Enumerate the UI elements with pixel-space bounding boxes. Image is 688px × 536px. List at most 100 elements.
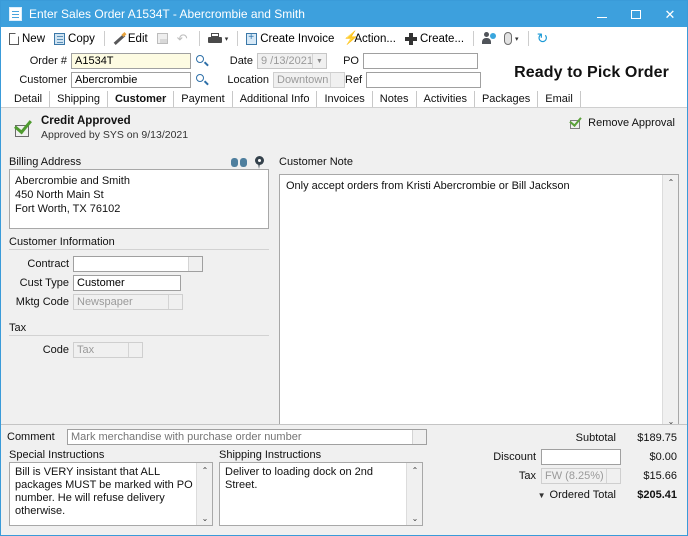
tab-activities[interactable]: Activities — [417, 91, 475, 107]
order-search-icon[interactable] — [194, 53, 210, 69]
customer-note-box[interactable]: Only accept orders from Kristi Abercromb… — [279, 174, 679, 429]
location-dropdown-caret-icon[interactable] — [330, 73, 344, 87]
attachment-button[interactable]: ▾ — [500, 29, 523, 48]
tab-customer[interactable]: Customer — [108, 91, 175, 107]
tax-code-row: Code — [9, 341, 269, 359]
title-bar: Enter Sales Order A1534T - Abercrombie a… — [1, 1, 687, 27]
expand-total-caret-icon[interactable]: ▼ — [538, 491, 546, 500]
tax-rate-dropdown-caret-icon[interactable] — [606, 469, 620, 483]
refresh-button[interactable]: ↻ — [533, 29, 554, 48]
tab-email[interactable]: Email — [538, 91, 581, 107]
window-title: Enter Sales Order A1534T - Abercrombie a… — [29, 7, 305, 21]
tax-code-dropdown-caret-icon[interactable] — [128, 343, 142, 357]
order-header: Order # Date ▼ PO Customer Location Ref … — [1, 50, 687, 90]
billing-address-line-1: Abercrombie and Smith — [15, 175, 130, 187]
maximize-button[interactable] — [619, 1, 653, 27]
ref-input[interactable] — [366, 72, 481, 88]
create-button[interactable]: Create... — [401, 29, 468, 48]
mktg-code-dropdown-caret-icon[interactable] — [168, 295, 182, 309]
special-instructions-box[interactable]: Bill is VERY insistant that ALL packages… — [9, 462, 213, 526]
order-number-input[interactable] — [71, 53, 191, 69]
date-picker[interactable]: ▼ — [257, 53, 327, 69]
create-invoice-label: Create Invoice — [260, 32, 335, 45]
customer-information-group: Customer Information Contract Cust Type … — [9, 236, 269, 312]
tab-detail[interactable]: Detail — [7, 91, 51, 107]
map-pin-icon[interactable] — [255, 156, 264, 169]
special-instructions-group: Special Instructions Bill is VERY insist… — [9, 449, 213, 526]
customer-note-text: Only accept orders from Kristi Abercromb… — [286, 180, 570, 192]
tax-group: Tax Code — [9, 322, 269, 360]
remove-approval-label: Remove Approval — [588, 116, 675, 129]
print-button[interactable]: ▾ — [204, 29, 233, 48]
shipping-instructions-text: Deliver to loading dock on 2nd Street. — [225, 466, 373, 491]
new-button[interactable]: New — [5, 29, 49, 48]
shipping-instructions-scrollbar[interactable]: ⌃ ⌄ — [406, 463, 422, 525]
discount-input[interactable] — [541, 449, 621, 465]
tab-packages[interactable]: Packages — [475, 91, 539, 107]
tab-payment[interactable]: Payment — [174, 91, 233, 107]
discount-value: $0.00 — [649, 451, 677, 463]
comment-input[interactable] — [67, 429, 427, 445]
mktg-code-row: Mktg Code — [9, 293, 269, 311]
toolbar-separator — [237, 31, 239, 46]
customer-note-scrollbar[interactable]: ⌃ ⌄ — [662, 175, 678, 428]
copy-button[interactable]: Copy — [50, 29, 99, 48]
attachment-dropdown-caret-icon[interactable]: ▾ — [515, 35, 519, 43]
undo-icon: ↶ — [176, 30, 188, 46]
tab-shipping[interactable]: Shipping — [50, 91, 108, 107]
contract-picker[interactable] — [73, 256, 203, 272]
paperclip-icon — [504, 32, 513, 45]
binoculars-icon[interactable] — [231, 157, 247, 168]
tab-notes[interactable]: Notes — [373, 91, 417, 107]
special-instructions-scrollbar[interactable]: ⌃ ⌄ — [196, 463, 212, 525]
cust-type-input[interactable] — [73, 275, 181, 291]
scroll-down-icon[interactable]: ⌄ — [197, 511, 213, 525]
print-icon — [207, 32, 222, 45]
mktg-code-input[interactable] — [73, 294, 183, 310]
mktg-code-picker[interactable] — [73, 294, 183, 310]
undo-button[interactable]: ↶ — [173, 29, 194, 48]
scroll-up-icon[interactable]: ⌃ — [197, 463, 213, 477]
po-input[interactable] — [363, 53, 478, 69]
new-button-label: New — [22, 32, 46, 45]
customer-information-title: Customer Information — [9, 236, 115, 248]
tab-additional-info[interactable]: Additional Info — [233, 91, 318, 107]
comment-picker[interactable] — [67, 429, 427, 445]
billing-address-group: Billing Address Abercrombie and Smith 45… — [9, 156, 269, 229]
contract-input[interactable] — [73, 256, 203, 272]
scroll-up-icon[interactable]: ⌃ — [407, 463, 423, 477]
contract-dropdown-caret-icon[interactable] — [188, 257, 202, 271]
ordered-total-row: ▼ Ordered Total $205.41 — [444, 486, 679, 504]
location-picker[interactable] — [273, 72, 345, 88]
scroll-down-icon[interactable]: ⌄ — [407, 511, 423, 525]
window-controls: ✕ — [585, 1, 687, 27]
date-dropdown-caret-icon[interactable]: ▼ — [312, 54, 326, 68]
billing-address-box[interactable]: Abercrombie and Smith 450 North Main St … — [9, 169, 269, 229]
create-invoice-button[interactable]: Create Invoice — [242, 29, 338, 48]
customer-input[interactable] — [71, 72, 191, 88]
special-instructions-text: Bill is VERY insistant that ALL packages… — [15, 466, 193, 517]
print-dropdown-caret-icon[interactable]: ▾ — [225, 35, 229, 43]
remove-approval-button[interactable]: Remove Approval — [569, 114, 675, 129]
edit-button[interactable]: Edit — [109, 29, 152, 48]
person-add-button[interactable] — [478, 29, 499, 48]
tab-invoices[interactable]: Invoices — [317, 91, 373, 107]
scroll-up-icon[interactable]: ⌃ — [663, 175, 679, 189]
save-button[interactable] — [153, 29, 172, 48]
toolbar-separator — [473, 31, 475, 46]
remove-approval-icon — [569, 114, 583, 129]
tax-rate-picker[interactable] — [541, 468, 621, 484]
close-button[interactable]: ✕ — [653, 1, 687, 27]
minimize-button[interactable] — [585, 1, 619, 27]
plus-icon — [404, 32, 417, 45]
mktg-code-label: Mktg Code — [15, 296, 69, 308]
tax-code-picker[interactable] — [73, 342, 143, 358]
comment-dropdown-caret-icon[interactable] — [412, 430, 426, 444]
shipping-instructions-box[interactable]: Deliver to loading dock on 2nd Street. ⌃… — [219, 462, 423, 526]
document-icon — [9, 7, 22, 21]
customer-search-icon[interactable] — [194, 72, 210, 88]
create-button-label: Create... — [419, 32, 465, 45]
toolbar-separator — [103, 31, 105, 46]
action-button[interactable]: ⚡ Action... — [339, 29, 400, 48]
action-button-label: Action... — [354, 32, 396, 45]
